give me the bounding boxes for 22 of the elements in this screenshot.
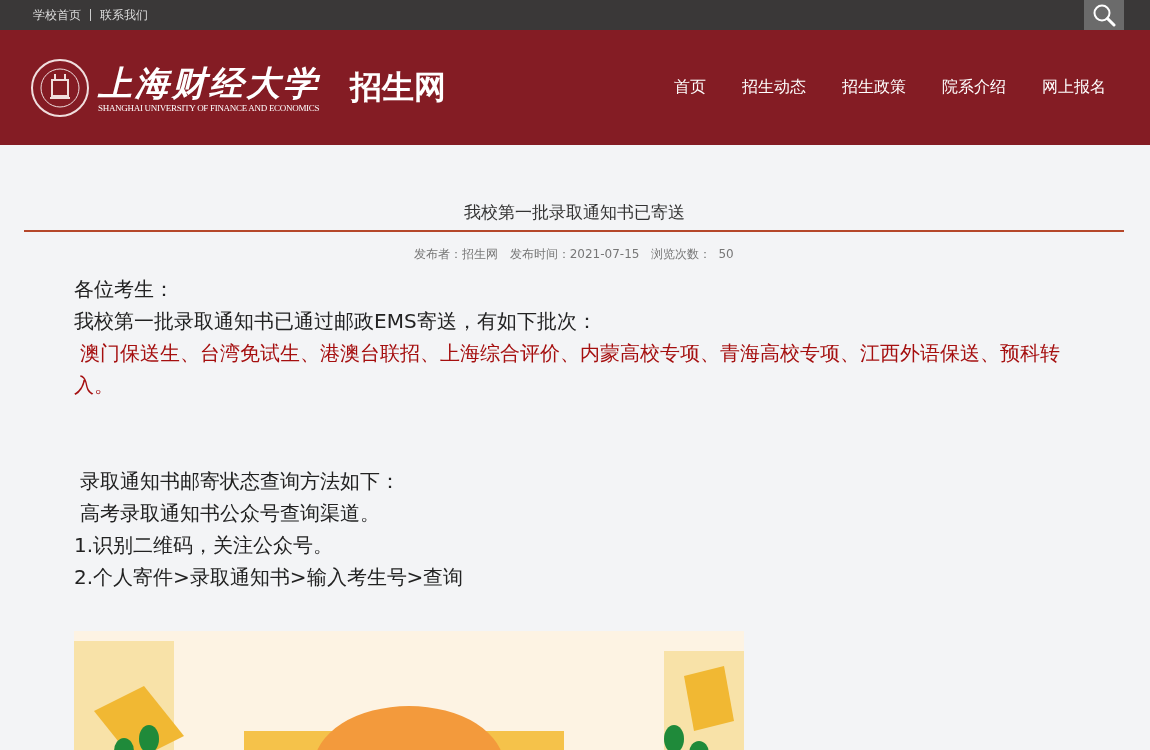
nav-link[interactable]: 院系介绍 [942, 77, 1006, 98]
paragraph: 我校第一批录取通知书已通过邮政EMS寄送，有如下批次： [74, 308, 598, 335]
paragraph: 澳门保送生、台湾免试生、港澳台联招、上海综合评价、内蒙高校专项、青海高校专项、江西外语保送、预科转入。 [74, 340, 1062, 399]
nav-link[interactable]: 招生动态 [742, 77, 806, 98]
top-link[interactable]: 学校首页 [33, 6, 81, 24]
site-title: 招生网 [350, 66, 446, 108]
paragraph: 2.个人寄件>录取通知书>输入考生号>查询 [74, 564, 465, 591]
top-link[interactable]: 联系我们 [100, 6, 148, 24]
nav-link[interactable]: 网上报名 [1042, 77, 1106, 98]
search-icon [1092, 3, 1116, 27]
paragraph: 1.识别二维码，关注公众号。 [74, 532, 335, 559]
article-title: 我校第一批录取通知书已寄送 [24, 201, 1124, 232]
search-button[interactable] [1084, 0, 1124, 30]
article-meta: 发布者：招生网 发布时间：2021-07-15 浏览次数： 50 [413, 246, 735, 263]
seal-icon [30, 57, 90, 118]
paragraph: 录取通知书邮寄状态查询方法如下： [79, 468, 402, 495]
paragraph: 高考录取通知书公众号查询渠道。 [79, 500, 382, 527]
university-name: 上海财经大学 [98, 62, 320, 103]
nav-link[interactable]: 招生政策 [842, 77, 906, 98]
paragraph: 各位考生： [74, 276, 175, 303]
nav-link[interactable]: 首页 [674, 77, 706, 98]
university-english-name: SHANGHAI UNIVERSITY OF FINANCE AND ECONOMICS [98, 102, 320, 113]
